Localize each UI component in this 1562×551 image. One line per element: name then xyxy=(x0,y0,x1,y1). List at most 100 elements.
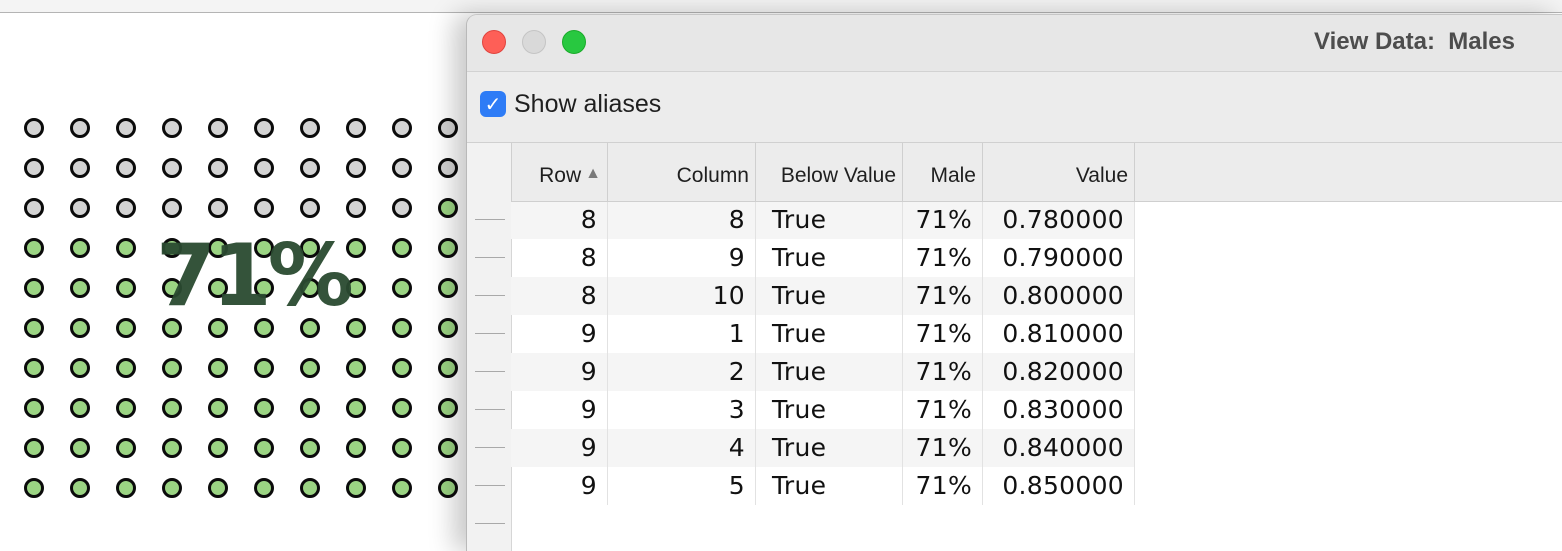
view-data-window: View Data: Males ✓ Show aliases 86True71… xyxy=(466,14,1562,551)
filled-dot xyxy=(24,478,44,498)
cell-value[interactable]: 0.800000 xyxy=(983,277,1135,315)
empty-dot xyxy=(24,118,44,138)
cell-row[interactable]: 9 xyxy=(511,353,608,391)
window-title: View Data: Males xyxy=(1314,28,1515,55)
empty-dot xyxy=(24,158,44,178)
cell-column[interactable]: 8 xyxy=(608,201,756,239)
cell-below-value[interactable]: True xyxy=(756,315,903,353)
table-row[interactable]: 9 4 True 71% 0.840000 xyxy=(511,429,1135,467)
empty-dot xyxy=(70,118,90,138)
filled-dot xyxy=(438,398,458,418)
cell-value[interactable]: 0.790000 xyxy=(983,239,1135,277)
cell-male[interactable]: 71% xyxy=(903,277,983,315)
empty-dot xyxy=(162,118,182,138)
row-gutter-tick xyxy=(475,485,505,486)
cell-value[interactable]: 0.840000 xyxy=(983,429,1135,467)
filled-dot xyxy=(392,238,412,258)
window-titlebar[interactable]: View Data: Males xyxy=(467,15,1562,72)
table-header: Row ▲ Column Below Value Male Value xyxy=(511,143,1562,202)
cell-column[interactable]: 1 xyxy=(608,315,756,353)
cell-male[interactable]: 71% xyxy=(903,353,983,391)
table-row[interactable]: 8 10 True 71% 0.800000 xyxy=(511,277,1135,315)
screen-top-edge xyxy=(0,0,1562,13)
filled-dot xyxy=(438,238,458,258)
cell-male[interactable]: 71% xyxy=(903,315,983,353)
cell-row[interactable]: 8 xyxy=(511,277,608,315)
cell-below-value[interactable]: True xyxy=(756,467,903,505)
filled-dot xyxy=(24,318,44,338)
cell-column[interactable]: 9 xyxy=(608,239,756,277)
cell-below-value[interactable]: True xyxy=(756,201,903,239)
table-row[interactable]: 9 3 True 71% 0.830000 xyxy=(511,391,1135,429)
cell-value[interactable]: 0.850000 xyxy=(983,467,1135,505)
filled-dot xyxy=(116,438,136,458)
column-header-column[interactable]: Column xyxy=(608,143,756,201)
cell-value[interactable]: 0.810000 xyxy=(983,315,1135,353)
cell-column[interactable]: 2 xyxy=(608,353,756,391)
filled-dot xyxy=(208,478,228,498)
empty-dot xyxy=(300,158,320,178)
filled-dot xyxy=(116,398,136,418)
cell-below-value[interactable]: True xyxy=(756,353,903,391)
cell-value[interactable]: 0.780000 xyxy=(983,201,1135,239)
cell-column[interactable]: 10 xyxy=(608,277,756,315)
table-row[interactable]: 9 2 True 71% 0.820000 xyxy=(511,353,1135,391)
filled-dot xyxy=(70,398,90,418)
cell-below-value[interactable]: True xyxy=(756,391,903,429)
close-button[interactable] xyxy=(482,30,506,54)
cell-row[interactable]: 9 xyxy=(511,315,608,353)
show-aliases-checkbox[interactable]: ✓ xyxy=(480,91,506,117)
table-row[interactable]: 9 1 True 71% 0.810000 xyxy=(511,315,1135,353)
cell-male[interactable]: 71% xyxy=(903,391,983,429)
cell-column[interactable]: 5 xyxy=(608,467,756,505)
filled-dot xyxy=(392,478,412,498)
column-header-below-value[interactable]: Below Value xyxy=(756,143,903,201)
minimize-button[interactable] xyxy=(522,30,546,54)
table-row[interactable]: 9 5 True 71% 0.850000 xyxy=(511,467,1135,505)
empty-dot xyxy=(70,198,90,218)
column-header-male[interactable]: Male xyxy=(903,143,983,201)
row-header-gutter[interactable] xyxy=(467,143,512,551)
show-aliases-label[interactable]: Show aliases xyxy=(514,90,661,119)
cell-below-value[interactable]: True xyxy=(756,239,903,277)
zoom-button[interactable] xyxy=(562,30,586,54)
column-header-row[interactable]: Row ▲ xyxy=(511,143,608,201)
sort-ascending-icon: ▲ xyxy=(585,165,601,182)
empty-dot xyxy=(300,118,320,138)
row-gutter-tick xyxy=(475,447,505,448)
empty-dot xyxy=(392,118,412,138)
filled-dot xyxy=(438,198,458,218)
empty-dot xyxy=(162,158,182,178)
cell-row[interactable]: 9 xyxy=(511,429,608,467)
filled-dot xyxy=(392,358,412,378)
row-gutter-tick xyxy=(475,371,505,372)
row-gutter-tick xyxy=(475,523,505,524)
cell-male[interactable]: 71% xyxy=(903,201,983,239)
cell-male[interactable]: 71% xyxy=(903,239,983,277)
cell-column[interactable]: 3 xyxy=(608,391,756,429)
table-row[interactable]: 8 8 True 71% 0.780000 xyxy=(511,201,1135,239)
cell-value[interactable]: 0.830000 xyxy=(983,391,1135,429)
column-header-value[interactable]: Value xyxy=(983,143,1135,201)
filled-dot xyxy=(300,438,320,458)
cell-row[interactable]: 9 xyxy=(511,391,608,429)
cell-male[interactable]: 71% xyxy=(903,467,983,505)
cell-row[interactable]: 9 xyxy=(511,467,608,505)
percent-dot-visual: 71% xyxy=(0,13,470,550)
filled-dot xyxy=(346,358,366,378)
table-row[interactable]: 8 9 True 71% 0.790000 xyxy=(511,239,1135,277)
empty-dot xyxy=(208,198,228,218)
cell-male[interactable]: 71% xyxy=(903,429,983,467)
cell-row[interactable]: 8 xyxy=(511,239,608,277)
filled-dot xyxy=(70,238,90,258)
cell-value[interactable]: 0.820000 xyxy=(983,353,1135,391)
filled-dot xyxy=(438,358,458,378)
cell-row[interactable]: 8 xyxy=(511,201,608,239)
empty-dot xyxy=(162,198,182,218)
filled-dot xyxy=(162,398,182,418)
empty-dot xyxy=(208,118,228,138)
cell-below-value[interactable]: True xyxy=(756,429,903,467)
cell-column[interactable]: 4 xyxy=(608,429,756,467)
cell-below-value[interactable]: True xyxy=(756,277,903,315)
filled-dot xyxy=(116,278,136,298)
